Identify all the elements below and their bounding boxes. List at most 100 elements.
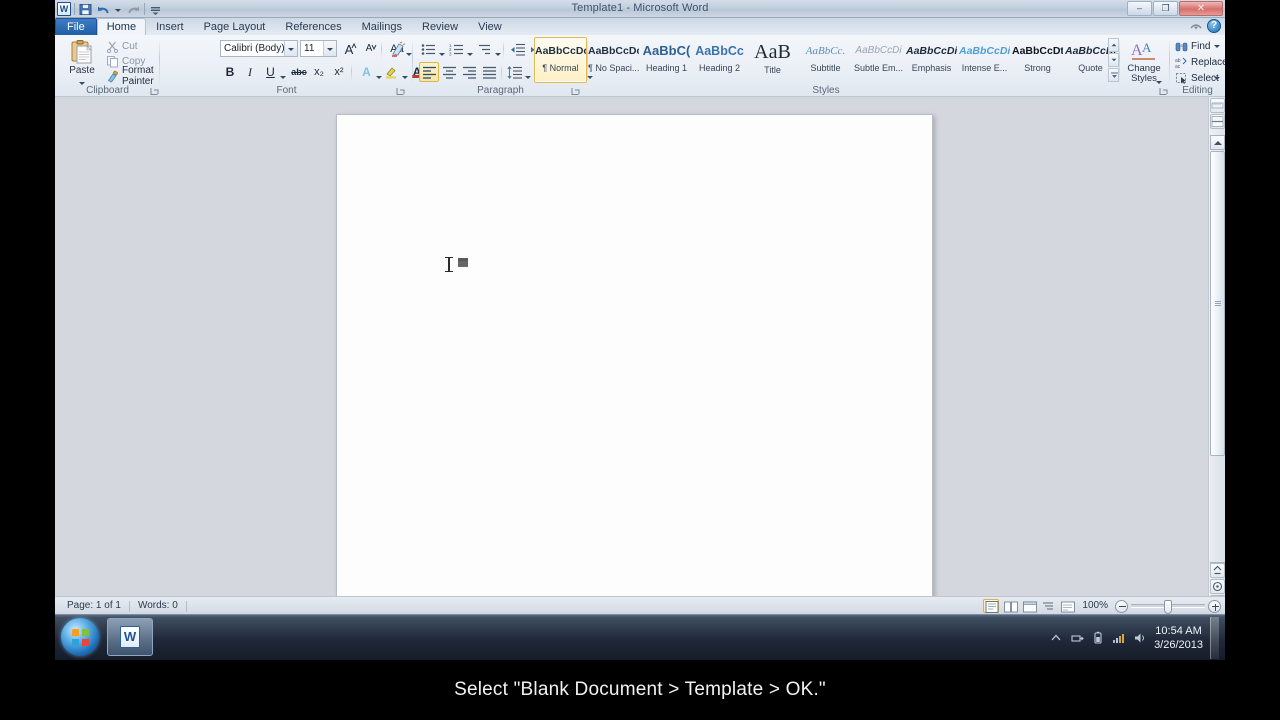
- multilevel-list-button[interactable]: [475, 39, 503, 59]
- caption-text: Select "Blank Document > Template > OK.": [454, 679, 826, 700]
- collapse-ribbon-icon[interactable]: [1189, 19, 1203, 33]
- find-button[interactable]: Find: [1174, 39, 1224, 53]
- split-window-button[interactable]: [1210, 114, 1225, 129]
- font-size-value: 11: [304, 43, 315, 54]
- style-item-emphasis[interactable]: AaBbCcDi Emphasis: [905, 37, 958, 83]
- align-left-button[interactable]: [419, 62, 439, 82]
- style-item-heading-1[interactable]: AaBbC( Heading 1: [640, 37, 693, 83]
- zoom-slider[interactable]: [1131, 600, 1205, 614]
- style-item-heading-2[interactable]: AaBbCc Heading 2: [693, 37, 746, 83]
- scrollbar-thumb[interactable]: [1210, 151, 1225, 456]
- font-dialog-launcher[interactable]: [396, 87, 405, 96]
- battery-icon[interactable]: [1091, 631, 1105, 645]
- change-styles-button[interactable]: A A Change Styles: [1123, 38, 1165, 86]
- style-item-strong[interactable]: AaBbCcDt Strong: [1011, 37, 1064, 83]
- zoom-in-button[interactable]: [1208, 599, 1221, 613]
- zoom-slider-thumb[interactable]: [1164, 600, 1172, 614]
- draft-view-icon[interactable]: [1059, 599, 1076, 613]
- scrollbar-track[interactable]: [1210, 456, 1225, 562]
- cut-button[interactable]: Cut: [105, 39, 157, 53]
- styles-scroll-down-button[interactable]: [1108, 53, 1119, 67]
- network-icon[interactable]: [1112, 631, 1126, 645]
- show-hidden-icons-icon[interactable]: [1049, 631, 1063, 645]
- align-right-button[interactable]: [459, 62, 479, 82]
- zoom-out-button[interactable]: [1115, 599, 1128, 613]
- font-size-dropdown-icon[interactable]: [323, 41, 336, 56]
- font-size-input[interactable]: 11: [300, 40, 337, 57]
- style-sample: AaBbCcDc: [588, 45, 640, 57]
- tab-file[interactable]: File: [55, 18, 97, 35]
- print-layout-view-icon[interactable]: [983, 599, 1000, 613]
- style-item-subtitle[interactable]: AaBbCc. Subtitle: [799, 37, 852, 83]
- style-item-title[interactable]: AaB Title: [746, 37, 799, 83]
- subscript-button[interactable]: x₂: [309, 62, 329, 82]
- select-button[interactable]: Select: [1174, 71, 1224, 85]
- shrink-font-button[interactable]: A: [359, 39, 379, 59]
- vertical-scrollbar[interactable]: [1208, 97, 1225, 614]
- tab-insert[interactable]: Insert: [146, 18, 194, 35]
- tab-review[interactable]: Review: [412, 18, 468, 35]
- superscript-button[interactable]: x²: [329, 62, 349, 82]
- close-button[interactable]: ✕: [1179, 1, 1223, 16]
- safely-remove-hardware-icon[interactable]: [1070, 631, 1084, 645]
- scroll-up-button[interactable]: [1210, 135, 1225, 150]
- font-name-input[interactable]: Calibri (Body): [220, 40, 298, 57]
- volume-icon[interactable]: [1133, 631, 1147, 645]
- previous-page-button[interactable]: [1210, 563, 1225, 578]
- clipboard-dialog-launcher[interactable]: [150, 87, 159, 96]
- clock[interactable]: 10:54 AM 3/26/2013: [1154, 624, 1203, 652]
- styles-dialog-launcher[interactable]: [1159, 87, 1168, 96]
- style-name: Intense E...: [961, 63, 1008, 73]
- document-page[interactable]: [336, 114, 933, 611]
- italic-button[interactable]: I: [240, 62, 260, 82]
- page-info[interactable]: Page: 1 of 1: [59, 597, 129, 615]
- styles-scroll-up-button[interactable]: [1108, 38, 1119, 52]
- restore-button[interactable]: ❐: [1153, 1, 1178, 16]
- change-styles-dropdown-icon[interactable]: [1156, 81, 1162, 84]
- style-item-subtle-emphasis[interactable]: AaBbCcDi Subtle Em...: [852, 37, 905, 83]
- text-effects-button[interactable]: A: [356, 62, 384, 82]
- styles-more-button[interactable]: [1108, 68, 1119, 82]
- replace-button[interactable]: ab ac Replace: [1174, 55, 1225, 70]
- bold-button[interactable]: B: [220, 62, 240, 82]
- line-spacing-button[interactable]: [505, 62, 533, 82]
- bullets-button[interactable]: [419, 39, 447, 59]
- minimize-button[interactable]: –: [1127, 1, 1152, 16]
- show-desktop-button[interactable]: [1210, 617, 1219, 659]
- decrease-indent-button[interactable]: [507, 39, 527, 59]
- clock-time: 10:54 AM: [1155, 625, 1202, 637]
- toggle-ruler-button[interactable]: [1210, 98, 1225, 113]
- document-canvas[interactable]: [55, 97, 1225, 614]
- strikethrough-button[interactable]: abc: [289, 62, 309, 82]
- tab-page-layout[interactable]: Page Layout: [194, 18, 276, 35]
- tab-view[interactable]: View: [468, 18, 512, 35]
- start-button[interactable]: [61, 618, 99, 656]
- select-browse-object-button[interactable]: [1210, 579, 1225, 594]
- zoom-level[interactable]: 100%: [1078, 597, 1112, 615]
- style-name: Emphasis: [911, 63, 952, 73]
- word-count[interactable]: Words: 0: [130, 597, 186, 615]
- style-item-normal[interactable]: AaBbCcDc ¶ Normal: [534, 37, 587, 83]
- taskbar-item-word[interactable]: W: [107, 618, 153, 656]
- style-item-intense-emphasis[interactable]: AaBbCcDi Intense E...: [958, 37, 1011, 83]
- text-highlight-button[interactable]: [382, 62, 410, 82]
- copy-icon: [106, 55, 119, 68]
- underline-button[interactable]: U: [260, 62, 288, 82]
- web-layout-view-icon[interactable]: [1021, 599, 1038, 613]
- justify-button[interactable]: [479, 62, 499, 82]
- full-screen-reading-view-icon[interactable]: [1002, 599, 1019, 613]
- style-item-no-spacing[interactable]: AaBbCcDc ¶ No Spaci...: [587, 37, 640, 83]
- help-icon[interactable]: ?: [1207, 19, 1221, 33]
- style-name: ¶ No Spaci...: [588, 63, 639, 73]
- grow-font-button[interactable]: A: [339, 39, 359, 59]
- ribbon-group-clipboard: Paste Cut Copy Format Painter Clipboard: [55, 35, 160, 97]
- tab-home[interactable]: Home: [96, 18, 147, 35]
- paste-button[interactable]: Paste: [61, 38, 103, 86]
- tab-references[interactable]: References: [275, 18, 351, 35]
- font-name-dropdown-icon[interactable]: [284, 41, 297, 56]
- align-center-button[interactable]: [439, 62, 459, 82]
- outline-view-icon[interactable]: [1040, 599, 1056, 613]
- numbering-button[interactable]: 123: [447, 39, 475, 59]
- clear-formatting-button[interactable]: [387, 39, 407, 59]
- tab-mailings[interactable]: Mailings: [352, 18, 412, 35]
